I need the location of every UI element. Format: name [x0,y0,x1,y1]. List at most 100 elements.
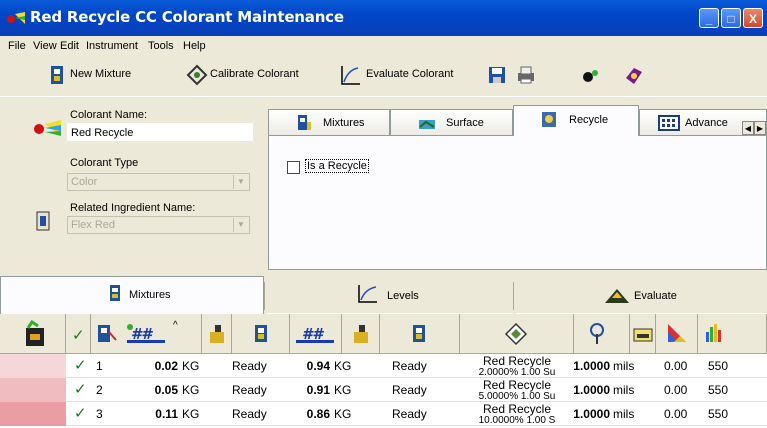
tab-evaluate-label: Evaluate [634,290,677,302]
scale-icon [354,325,368,343]
app-icon [7,12,25,24]
colorant-type-select[interactable]: Color ▼ [67,173,250,191]
property-tabs: Mixtures Surface Recycle Advance [268,105,767,136]
remaining-unit: KG [334,359,352,373]
surface-icon [419,120,435,129]
thickness-value: 1.0000 [573,407,610,421]
calibrate-colorant-button[interactable]: Calibrate Colorant [210,68,299,80]
grid-header: ✓ ## ^ ## [0,314,767,354]
tab-scroll: ◀ ▶ [742,121,766,135]
mixtures-grid: ✓ ## ^ ## ✓ 1 0.02 KG Ready 0.94 KG Read… [0,314,767,428]
header-substrate[interactable] [630,314,656,354]
menu-file[interactable]: File [8,40,26,52]
value-1: 0.00 [664,383,688,397]
header-batch-qty[interactable]: ## ^ [91,314,202,354]
print-icon[interactable] [515,64,537,86]
header-thickness[interactable] [574,314,630,354]
title-bar: Red Recycle CC Colorant Maintenance _ □ … [0,0,767,36]
header-status[interactable] [232,314,290,354]
value-2: 550 [708,359,729,373]
advanced-icon [658,115,680,131]
batch-icon [26,320,44,346]
menu-edit[interactable]: Edit [60,40,79,52]
evaluate-icon [605,289,629,303]
is-recycle-checkbox[interactable] [287,161,300,174]
thickness-icon [590,323,604,344]
thickness-value: 1.0000 [573,359,610,373]
remaining-status: Ready [392,359,427,373]
tab-surface-label: Surface [446,117,484,129]
chevron-down-icon: ▼ [233,218,248,232]
header-name[interactable] [460,314,574,354]
maximize-button[interactable]: □ [721,8,741,28]
toolbar: New Mixture Calibrate Colorant Evaluate … [0,58,767,97]
menu-instrument[interactable]: Instrument [86,40,138,52]
ingredient-label: Related Ingredient Name: [70,202,196,214]
thickness-unit: mils [613,407,635,421]
tab-scroll-left-button[interactable]: ◀ [742,121,754,135]
spectro-icon[interactable] [580,64,602,86]
color-triangle-icon [668,324,686,342]
header-check[interactable]: ✓ [66,314,91,354]
recipe-detail: 5.0000% 1.00 Su [478,392,556,401]
color-swatch [0,354,66,378]
scale-icon [210,325,224,343]
recipe-detail: 10.0000% 1.00 S [478,416,556,425]
batch-status: Ready [232,407,267,421]
substrate-icon [633,328,653,342]
colorant-name-field[interactable]: Red Recycle [67,123,253,141]
header-scale[interactable] [202,314,232,354]
menu-help[interactable]: Help [183,40,206,52]
table-row[interactable]: ✓ 1 0.02 KG Ready 0.94 KG Ready Red Recycle 2.000… [0,354,767,378]
is-recycle-label[interactable]: Is a Recycle [305,159,369,173]
remaining-qty: 0.91 [306,383,330,397]
tab-mixtures[interactable]: Mixtures [268,109,390,135]
help-book-icon[interactable] [622,64,644,86]
tab-surface[interactable]: Surface [390,109,513,135]
recycle-panel: Is a Recycle [268,135,767,270]
menu-view[interactable]: View [33,40,57,52]
color-swatch [0,378,66,402]
ingredient-select[interactable]: Flex Red ▼ [67,216,250,234]
header-scale2[interactable] [342,314,380,354]
remaining-qty: 0.94 [306,359,330,373]
header-v2[interactable] [698,314,767,354]
status-icon [413,325,425,342]
header-v1[interactable] [656,314,698,354]
recipe-name: Red Recycle [482,379,552,392]
table-row[interactable]: ✓ 3 0.11 KG Ready 0.86 KG Ready Red Recycle 10.00… [0,402,767,426]
value-2: 550 [708,383,729,397]
status-icon [255,325,267,342]
recipe-detail: 2.0000% 1.00 Su [478,368,556,377]
new-mixture-button[interactable]: New Mixture [70,68,131,80]
header-color[interactable] [0,314,66,354]
mixtures-icon [298,115,311,130]
close-button[interactable]: X [743,8,763,28]
menu-tools[interactable]: Tools [148,40,174,52]
tab-evaluate[interactable]: Evaluate [516,278,767,314]
row-number: 2 [96,383,103,397]
tab-levels[interactable]: Levels [267,278,513,314]
check-icon: ✓ [74,357,87,374]
ingredient-icon [36,211,50,231]
evaluate-colorant-button[interactable]: Evaluate Colorant [366,68,453,80]
thickness-unit: mils [613,383,635,397]
tab-scroll-right-button[interactable]: ▶ [754,121,766,135]
batch-unit: KG [182,383,200,397]
table-row[interactable]: ✓ 2 0.05 KG Ready 0.91 KG Ready Red Recycle 5.000… [0,378,767,402]
check-icon: ✓ [74,381,87,398]
minimize-button[interactable]: _ [699,8,719,28]
check-icon: ✓ [72,327,85,344]
colorant-icon [34,120,61,136]
save-icon[interactable] [486,64,508,86]
header-qty2[interactable]: ## [290,314,342,354]
header-status2[interactable] [380,314,460,354]
recycle-icon [542,112,556,127]
colorant-type-value: Color [71,176,98,188]
recipe-icon [504,322,528,346]
calibrate-icon [186,64,208,86]
tab-recycle[interactable]: Recycle [513,105,639,136]
tab-mixtures-view[interactable]: Mixtures [0,276,264,314]
levels-icon [358,285,377,303]
chevron-down-icon: ▼ [233,175,248,189]
